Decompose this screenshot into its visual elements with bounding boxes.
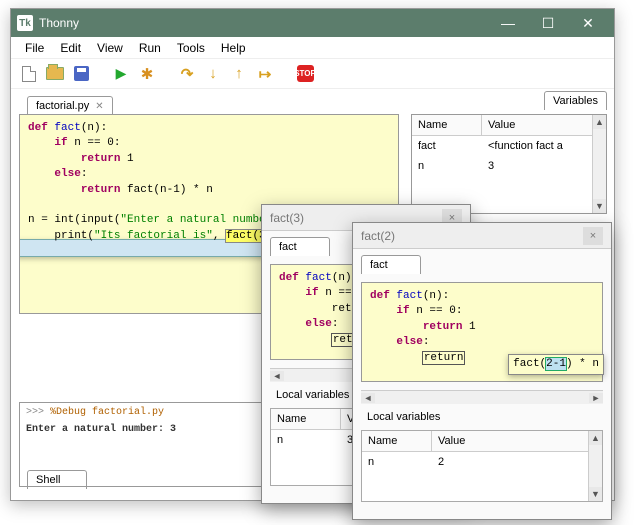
debug-frame-titlebar[interactable]: fact(2) ×	[353, 223, 611, 249]
close-button[interactable]: ✕	[568, 9, 608, 37]
run-icon[interactable]: ▶	[111, 64, 131, 84]
tab-label: factorial.py	[36, 100, 89, 112]
stop-icon[interactable]: STOP	[295, 64, 315, 84]
menu-help[interactable]: Help	[215, 39, 252, 57]
col-value-header[interactable]: Value	[432, 431, 602, 451]
local-vars-title: Local variables	[361, 408, 611, 426]
editor-tabbar: factorial.py ✕	[19, 91, 399, 115]
col-value-header[interactable]: Value	[482, 115, 606, 135]
col-name-header[interactable]: Name	[362, 431, 432, 451]
titlebar[interactable]: Tk Thonny — ☐ ✕	[11, 9, 614, 37]
debug-frame-title: fact(3)	[270, 211, 304, 225]
maximize-button[interactable]: ☐	[528, 9, 568, 37]
scroll-right-icon[interactable]: ►	[589, 393, 603, 403]
debug-frame-window[interactable]: fact(2) × fact def fact(n): if n == 0: r…	[352, 222, 612, 520]
open-file-icon[interactable]	[45, 64, 65, 84]
variables-tab[interactable]: Variables	[544, 91, 607, 110]
frame-tab[interactable]: fact	[361, 255, 421, 274]
frame-tabbar: fact	[353, 249, 611, 274]
col-name-header[interactable]: Name	[412, 115, 482, 135]
variables-row[interactable]: fact <function fact a	[412, 136, 606, 156]
toolbar: ▶ ✱ ↷ ↓ ↑ ↦ STOP	[11, 59, 614, 89]
variables-title: Variables	[553, 95, 598, 107]
active-subexpr: 2-1	[546, 358, 566, 370]
scroll-left-icon[interactable]: ◄	[270, 371, 284, 381]
frame-tab[interactable]: fact	[270, 237, 330, 256]
close-tab-icon[interactable]: ✕	[95, 101, 103, 112]
menubar: File Edit View Run Tools Help	[11, 37, 614, 59]
scroll-down-icon[interactable]: ▼	[593, 199, 606, 213]
debug-icon[interactable]: ✱	[137, 64, 157, 84]
scroll-up-icon[interactable]: ▲	[589, 431, 602, 445]
app-icon: Tk	[17, 15, 33, 31]
resume-icon[interactable]: ↦	[255, 64, 275, 84]
new-file-icon[interactable]	[19, 64, 39, 84]
return-highlight: return	[423, 352, 465, 364]
local-vars-panel: Name Value n 2 ▲ ▼	[361, 430, 603, 502]
local-var-row[interactable]: n 2	[362, 452, 602, 472]
scroll-left-icon[interactable]: ◄	[361, 393, 375, 403]
variables-panel: Name Value fact <function fact a n 3 ▲ ▼	[411, 114, 607, 214]
window-title: Thonny	[39, 16, 79, 30]
frame-code: def fact(n): if n == 0: return 1 else: r…	[361, 282, 603, 382]
step-out-icon[interactable]: ↑	[229, 64, 249, 84]
menu-tools[interactable]: Tools	[171, 39, 211, 57]
variables-header: Name Value	[412, 115, 606, 136]
menu-view[interactable]: View	[91, 39, 129, 57]
menu-run[interactable]: Run	[133, 39, 167, 57]
menu-file[interactable]: File	[19, 39, 50, 57]
vertical-scrollbar[interactable]: ▲ ▼	[588, 431, 602, 501]
editor-tab-factorial[interactable]: factorial.py ✕	[27, 96, 113, 115]
variables-tabbar: Variables	[411, 91, 607, 115]
menu-edit[interactable]: Edit	[54, 39, 87, 57]
close-icon[interactable]: ×	[583, 227, 603, 245]
step-over-icon[interactable]: ↷	[177, 64, 197, 84]
minimize-button[interactable]: —	[488, 9, 528, 37]
scroll-down-icon[interactable]: ▼	[589, 487, 602, 501]
debug-frame-title: fact(2)	[361, 229, 395, 243]
col-name-header[interactable]: Name	[271, 409, 341, 429]
horizontal-scrollbar[interactable]: ◄►	[361, 390, 603, 404]
scroll-up-icon[interactable]: ▲	[593, 115, 606, 129]
variables-row[interactable]: n 3	[412, 156, 606, 176]
expression-popup: fact(2-1) * n	[508, 354, 604, 375]
save-icon[interactable]	[71, 64, 91, 84]
vertical-scrollbar[interactable]: ▲ ▼	[592, 115, 606, 213]
step-into-icon[interactable]: ↓	[203, 64, 223, 84]
